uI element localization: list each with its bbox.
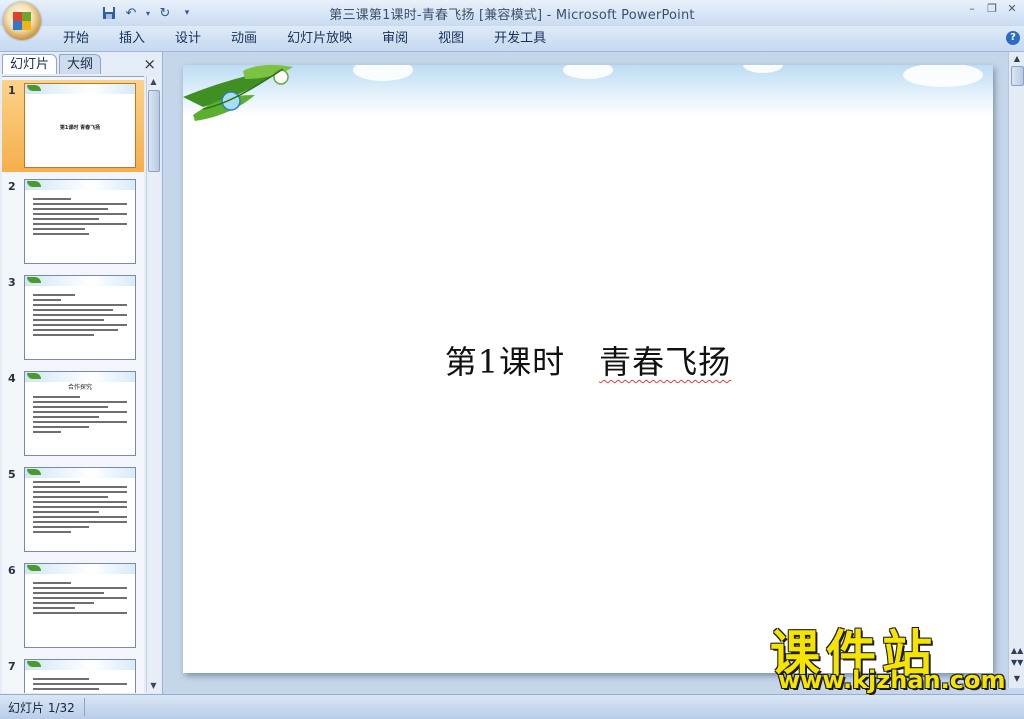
thumbnail-number: 1 — [8, 84, 16, 97]
status-bar: 幻灯片 1/32 — [0, 694, 1024, 719]
scrollbar-thumb[interactable] — [148, 90, 160, 172]
slide-canvas[interactable]: 第1课时 青春飞扬 — [183, 65, 993, 673]
tab-review[interactable]: 审阅 — [367, 30, 423, 48]
scroll-down-icon[interactable]: ▼ — [147, 680, 160, 692]
slide-counter: 幻灯片 1/32 — [8, 701, 75, 715]
slide-editor: 第1课时 青春飞扬 — [164, 52, 1008, 688]
close-panel-icon[interactable]: × — [143, 55, 156, 73]
scrollbar-thumb[interactable] — [1011, 66, 1024, 86]
office-logo-icon — [13, 12, 31, 30]
title-bar: ↶ ▾ ↻ ▾ 第三课第1课时-青春飞扬 [兼容模式] - Microsoft … — [0, 0, 1024, 40]
thumbnail-preview — [24, 179, 136, 264]
scroll-up-icon[interactable]: ▲ — [1011, 54, 1023, 63]
office-button[interactable] — [3, 2, 41, 40]
ribbon-tabs: 开始 插入 设计 动画 幻灯片放映 审阅 视图 开发工具 — [48, 30, 561, 48]
window-title: 第三课第1课时-青春飞扬 [兼容模式] - Microsoft PowerPoi… — [329, 8, 695, 23]
thumbnail-number: 5 — [8, 468, 16, 481]
status-divider — [84, 698, 85, 716]
slide-title-part2: 青春飞扬 — [599, 343, 732, 381]
leaf-decoration-icon — [183, 65, 293, 121]
slide-title[interactable]: 第1课时 青春飞扬 — [183, 337, 993, 383]
thumbnail-number: 7 — [8, 660, 16, 673]
close-icon[interactable]: ✕ — [1006, 3, 1018, 15]
tab-slides[interactable]: 幻灯片 — [2, 54, 58, 74]
slide-thumbnail-1[interactable]: 1 第1课时 青春飞扬 — [2, 80, 144, 172]
thumbnail-number: 2 — [8, 180, 16, 193]
previous-slide-icon[interactable]: ▲▲ — [1011, 646, 1023, 655]
slide-thumbnail-7[interactable]: 7 — [2, 656, 144, 693]
tab-insert[interactable]: 插入 — [104, 30, 160, 48]
tab-view[interactable]: 视图 — [423, 30, 479, 48]
thumbnail-number: 3 — [8, 276, 16, 289]
slide-thumbnail-2[interactable]: 2 — [2, 176, 144, 268]
scroll-down-icon[interactable]: ▼ — [1011, 674, 1023, 683]
tab-outline[interactable]: 大纲 — [59, 54, 102, 74]
thumbnail-number: 4 — [8, 372, 16, 385]
thumbnail-preview: 合作探究 — [24, 371, 136, 456]
thumbnail-preview — [24, 467, 136, 552]
thumbnail-preview: 第1课时 青春飞扬 — [24, 83, 136, 168]
restore-icon[interactable]: ❐ — [986, 3, 998, 15]
scroll-up-icon[interactable]: ▲ — [147, 76, 160, 88]
slide-thumbnail-3[interactable]: 3 — [2, 272, 144, 364]
tab-home[interactable]: 开始 — [48, 30, 104, 48]
tab-design[interactable]: 设计 — [160, 30, 216, 48]
window-controls: – ❐ ✕ — [966, 3, 1018, 15]
thumbnail-list: 1 第1课时 青春飞扬 2 3 4 合作探究 5 6 7 — [2, 76, 144, 693]
thumbnail-preview — [24, 275, 136, 360]
slide-thumbnail-4[interactable]: 4 合作探究 — [2, 368, 144, 460]
slide-thumbnail-5[interactable]: 5 — [2, 464, 144, 556]
thumbnail-scrollbar[interactable]: ▲ ▼ — [146, 76, 160, 692]
ribbon: 开始 插入 设计 动画 幻灯片放映 审阅 视图 开发工具 ? — [0, 26, 1024, 52]
minimize-icon[interactable]: – — [966, 3, 978, 15]
watermark-url: www.kjzhan.com — [778, 666, 1006, 694]
panel-tabs: 幻灯片 大纲 — [2, 54, 103, 74]
help-icon[interactable]: ? — [1006, 31, 1020, 45]
tab-animation[interactable]: 动画 — [216, 30, 272, 48]
next-slide-icon[interactable]: ▼▼ — [1011, 658, 1023, 667]
editor-scrollbar[interactable]: ▲ ▲▲ ▼▼ ▼ — [1008, 52, 1024, 688]
slide-title-part1: 第1课时 — [444, 343, 566, 381]
thumbnail-preview — [24, 659, 136, 693]
watermark: 课件站 www.kjzhan.com — [770, 614, 1010, 694]
thumbnail-title: 第1课时 青春飞扬 — [59, 125, 101, 131]
tab-developer[interactable]: 开发工具 — [479, 30, 561, 48]
thumbnail-number: 6 — [8, 564, 16, 577]
thumbnail-preview — [24, 563, 136, 648]
slides-panel: 幻灯片 大纲 × 1 第1课时 青春飞扬 2 3 4 合作探究 5 6 7 ▲ … — [0, 52, 163, 694]
slide-thumbnail-6[interactable]: 6 — [2, 560, 144, 652]
tab-slideshow[interactable]: 幻灯片放映 — [272, 30, 367, 48]
thumbnail-heading: 合作探究 — [67, 384, 92, 391]
